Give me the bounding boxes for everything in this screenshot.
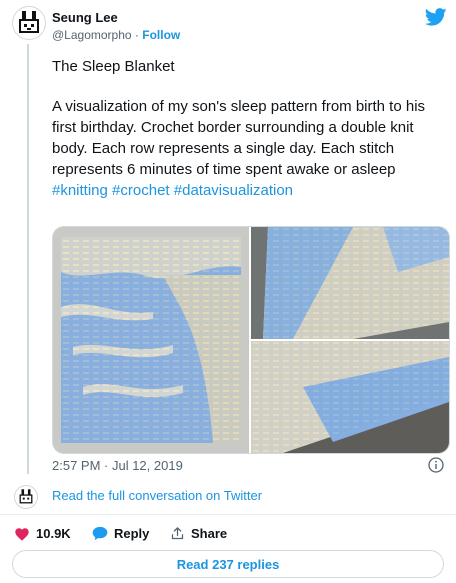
- author-avatar[interactable]: [12, 6, 46, 40]
- heart-icon: [15, 528, 29, 541]
- share-label: Share: [191, 526, 228, 541]
- divider: [0, 514, 456, 515]
- share-button[interactable]: Share: [170, 526, 227, 541]
- tweet-timestamp[interactable]: 2:57 PM · Jul 12, 2019: [52, 458, 183, 473]
- tweet-text: A visualization of my son's sleep patter…: [52, 98, 426, 178]
- pixel-bunny-icon: [19, 489, 33, 504]
- like-count: 10.9K: [36, 526, 71, 541]
- author-handle-line: @Lagomorpho · Follow: [52, 28, 180, 42]
- separator-dot: ·: [134, 28, 139, 42]
- author-name[interactable]: Seung Lee: [52, 10, 118, 25]
- reply-button[interactable]: Reply: [92, 526, 149, 541]
- hashtag-datavisualization[interactable]: #datavisualization: [174, 182, 293, 199]
- pixel-bunny-icon: [19, 11, 39, 33]
- read-replies-button[interactable]: Read 237 replies: [12, 550, 444, 578]
- hashtag-crochet[interactable]: #crochet: [112, 182, 170, 199]
- thread-line: [27, 44, 29, 474]
- follow-link[interactable]: Follow: [142, 28, 180, 42]
- reply-label: Reply: [114, 526, 150, 541]
- tweet-title: The Sleep Blanket: [52, 58, 175, 75]
- blanket-photo-full[interactable]: [53, 227, 249, 453]
- twitter-bird-icon[interactable]: [424, 8, 447, 31]
- read-full-conversation-link[interactable]: Read the full conversation on Twitter: [52, 488, 262, 503]
- tweet-body: A visualization of my son's sleep patter…: [52, 96, 448, 201]
- author-handle[interactable]: @Lagomorpho: [52, 28, 132, 42]
- share-icon: [171, 527, 184, 540]
- author-avatar-small[interactable]: [14, 485, 38, 509]
- tweet-media-grid: [52, 226, 450, 454]
- hashtag-knitting[interactable]: #knitting: [52, 182, 108, 199]
- reply-bubble-icon: [92, 526, 108, 541]
- like-button[interactable]: 10.9K: [14, 526, 71, 541]
- info-icon[interactable]: [428, 457, 444, 478]
- media-photos[interactable]: [53, 227, 449, 453]
- blanket-photo-border-detail[interactable]: [251, 341, 449, 453]
- blanket-photo-corner[interactable]: [251, 227, 449, 339]
- embedded-tweet-card: Seung Lee @Lagomorpho · Follow The Sleep…: [0, 0, 456, 583]
